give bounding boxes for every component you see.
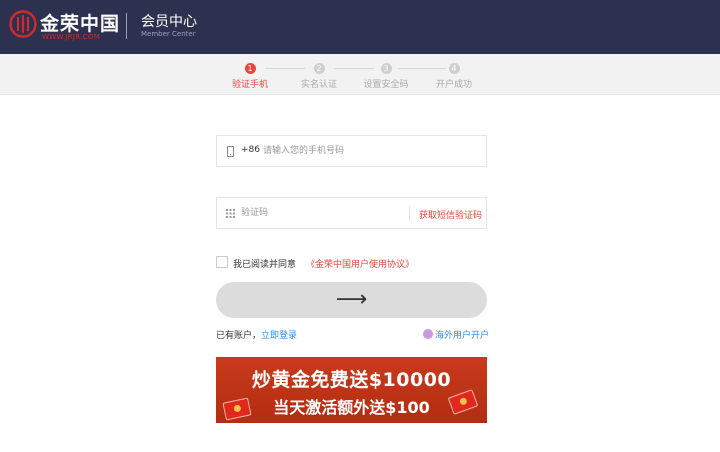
code-divider: [409, 206, 410, 221]
login-link[interactable]: 立即登录: [261, 328, 297, 341]
logo-icon[interactable]: [9, 10, 37, 38]
step-label: 实名认证: [300, 80, 337, 90]
agree-label: 我已阅读并同意: [233, 260, 297, 270]
top-header: 金荣中国 WWW.JRJR.COM 会员中心 Member Center: [0, 0, 720, 54]
header-divider: [126, 13, 127, 39]
country-code: +86: [241, 145, 260, 155]
agree-checkbox[interactable]: [216, 256, 228, 268]
get-sms-code-button[interactable]: 获取短信验证码: [419, 208, 482, 221]
user-agreement-link[interactable]: 《金荣中国用户使用协议》: [306, 257, 414, 270]
globe-icon: [423, 329, 433, 339]
member-center-subtitle: Member Center: [141, 30, 196, 38]
banner-subheadline: 当天激活额外送$100: [273, 398, 430, 417]
code-input[interactable]: [241, 204, 401, 222]
phone-field[interactable]: +86: [216, 135, 487, 167]
step-label: 验证手机: [231, 80, 268, 90]
mobile-phone-icon: [227, 146, 234, 157]
step-label: 开户成功: [435, 80, 472, 90]
member-center-title: 会员中心: [141, 14, 197, 30]
step-number: 1: [244, 63, 256, 74]
step-number: 3: [380, 63, 392, 74]
step-verify-phone: 1 验证手机: [215, 63, 285, 90]
logo-text[interactable]: 金荣中国: [40, 9, 120, 36]
overseas-account-link[interactable]: 海外用户开户: [423, 328, 489, 341]
overseas-label: 海外用户开户: [435, 331, 490, 341]
step-real-name: 2 实名认证: [284, 63, 354, 90]
step-security-code: 3 设置安全码: [351, 63, 421, 90]
step-label: 设置安全码: [363, 80, 409, 90]
step-number: 2: [313, 63, 325, 74]
banner-headline: 炒黄金免费送$10000: [251, 369, 452, 391]
has-account-text: 已有账户，: [216, 331, 262, 341]
next-button[interactable]: ⟶: [216, 282, 487, 318]
phone-input[interactable]: [263, 142, 473, 160]
code-grid-icon: [226, 209, 235, 218]
logo-url: WWW.JRJR.COM: [42, 33, 101, 41]
promo-banner[interactable]: 炒黄金免费送$10000 当天激活额外送$100: [216, 357, 487, 423]
verification-code-field[interactable]: 获取短信验证码: [216, 197, 487, 229]
step-number: 4: [448, 63, 460, 74]
registration-steps: 1 验证手机 2 实名认证 3 设置安全码 4 开户成功: [0, 54, 720, 95]
step-account-opened: 4 开户成功: [419, 63, 489, 90]
